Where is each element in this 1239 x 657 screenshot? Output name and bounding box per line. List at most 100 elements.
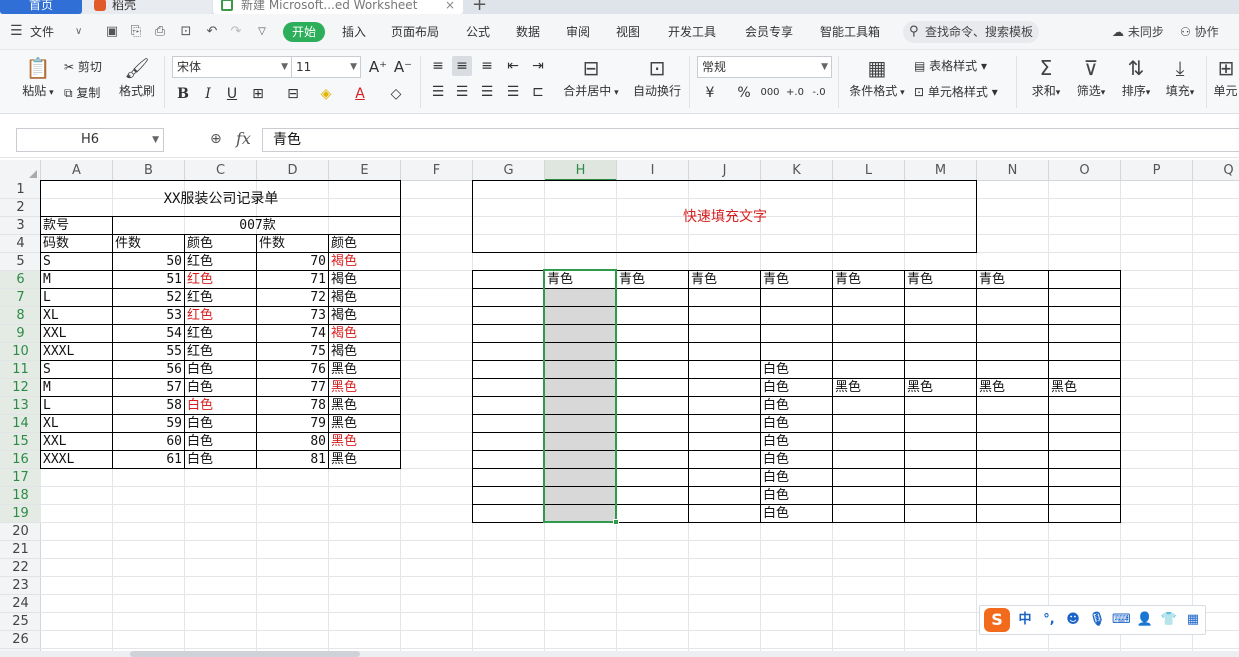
left-table-cell[interactable]: 58 bbox=[113, 397, 184, 415]
horizontal-scrollbar-thumb[interactable] bbox=[130, 651, 360, 657]
filter-button[interactable]: ⊽ 筛选▾ bbox=[1070, 54, 1112, 99]
tab-home[interactable]: 首页 bbox=[0, 0, 82, 14]
undo-icon[interactable]: ↶ bbox=[204, 24, 220, 40]
fill-row-cell[interactable]: 青色 bbox=[689, 271, 760, 289]
emoji-icon[interactable]: ☻ bbox=[1064, 611, 1082, 629]
font-color-icon[interactable]: A bbox=[350, 84, 370, 104]
tab-docer[interactable]: 稻壳 bbox=[82, 0, 212, 14]
row-header-26[interactable]: 26 bbox=[0, 631, 41, 649]
fill-button[interactable]: ⤓ 填充▾ bbox=[1160, 54, 1200, 99]
left-table-cell[interactable]: 60 bbox=[113, 433, 184, 451]
column-header-d[interactable]: D bbox=[257, 160, 329, 181]
formula-input[interactable]: 青色 bbox=[262, 128, 1239, 152]
column-header-p[interactable]: P bbox=[1121, 160, 1193, 181]
justify-icon[interactable]: ☰ bbox=[503, 82, 523, 102]
align-left-icon[interactable]: ☰ bbox=[428, 82, 448, 102]
menu-review[interactable]: 审阅 bbox=[566, 23, 590, 41]
menu-page-layout[interactable]: 页面布局 bbox=[391, 23, 439, 41]
zoom-icon[interactable]: ⊕ bbox=[210, 131, 222, 147]
cell-style-brush-icon[interactable]: ⊟ bbox=[283, 84, 303, 104]
fill-color-icon[interactable]: ◈ bbox=[316, 84, 336, 104]
left-table-cell[interactable]: 红色 bbox=[185, 289, 256, 307]
menu-smart-toolbox[interactable]: 智能工具箱 bbox=[820, 23, 880, 41]
left-table-cell[interactable]: M bbox=[41, 379, 112, 397]
row-header-23[interactable]: 23 bbox=[0, 577, 41, 595]
fill-column-cell[interactable]: 白色 bbox=[761, 397, 832, 415]
left-table-cell[interactable]: 50 bbox=[113, 253, 184, 271]
column-header-a[interactable]: A bbox=[41, 160, 113, 181]
row-header-15[interactable]: 15 bbox=[0, 433, 41, 451]
name-box[interactable]: H6 ▼ bbox=[16, 128, 164, 152]
save-icon[interactable]: ▣ bbox=[104, 24, 120, 40]
fill-column-cell[interactable]: 白色 bbox=[761, 379, 832, 397]
border-icon[interactable]: ⊞ bbox=[248, 84, 268, 104]
row-header-1[interactable]: 1 bbox=[0, 181, 41, 199]
row-header-22[interactable]: 22 bbox=[0, 559, 41, 577]
left-table-cell[interactable]: 52 bbox=[113, 289, 184, 307]
left-table-cell[interactable]: XL bbox=[41, 415, 112, 433]
row-header-13[interactable]: 13 bbox=[0, 397, 41, 415]
underline-icon[interactable]: U bbox=[222, 84, 242, 104]
sogou-ime-logo-icon[interactable]: S bbox=[984, 608, 1010, 632]
left-table-cell[interactable]: 黑色 bbox=[329, 379, 400, 397]
export-pdf-icon[interactable]: ⎘ bbox=[128, 24, 144, 40]
left-table-cell[interactable]: 褐色 bbox=[329, 343, 400, 361]
sort-button[interactable]: ⇅ 排序▾ bbox=[1116, 54, 1156, 99]
left-table-cell[interactable]: 白色 bbox=[185, 433, 256, 451]
left-table-cell[interactable]: 红色 bbox=[185, 253, 256, 271]
tab-worksheet[interactable]: 新建 Microsoft...ed Worksheet × bbox=[213, 0, 463, 14]
chevron-down-icon[interactable]: ∨ bbox=[75, 23, 82, 41]
fill-column-cell[interactable]: 白色 bbox=[761, 469, 832, 487]
column-header-b[interactable]: B bbox=[113, 160, 185, 181]
font-size-select[interactable]: 11 ▼ bbox=[291, 56, 361, 78]
align-middle-icon[interactable]: ≡ bbox=[452, 56, 472, 76]
ime-punctuation-button[interactable]: °, bbox=[1040, 611, 1058, 629]
keyboard-icon[interactable]: ⌨ bbox=[1112, 611, 1131, 629]
copy-button[interactable]: ⧉ 复制 bbox=[64, 84, 100, 102]
left-table-cell[interactable]: 白色 bbox=[185, 397, 256, 415]
menu-insert[interactable]: 插入 bbox=[342, 23, 366, 41]
fill-handle[interactable] bbox=[613, 519, 619, 525]
fill-row-cell[interactable]: 黑色 bbox=[905, 379, 976, 397]
column-header-m[interactable]: M bbox=[905, 160, 977, 181]
left-header-3[interactable]: 件数 bbox=[257, 235, 328, 253]
collaborate-button[interactable]: ⚇ 协作 bbox=[1180, 23, 1219, 40]
menu-hamburger-icon[interactable]: ☰ bbox=[10, 22, 23, 40]
left-table-cell[interactable]: XXXL bbox=[41, 451, 112, 469]
insert-function-icon[interactable]: fx bbox=[236, 129, 251, 148]
left-table-cell[interactable]: 55 bbox=[113, 343, 184, 361]
menu-developer[interactable]: 开发工具 bbox=[668, 23, 716, 41]
fill-row-cell[interactable]: 青色 bbox=[761, 271, 832, 289]
select-all-corner[interactable] bbox=[0, 160, 41, 181]
left-table-cell[interactable]: L bbox=[41, 289, 112, 307]
row-header-7[interactable]: 7 bbox=[0, 289, 41, 307]
row-header-17[interactable]: 17 bbox=[0, 469, 41, 487]
left-table-cell[interactable]: 54 bbox=[113, 325, 184, 343]
decrease-decimal-button[interactable]: -.0 bbox=[808, 83, 830, 103]
row-header-14[interactable]: 14 bbox=[0, 415, 41, 433]
left-table-cell[interactable]: L bbox=[41, 397, 112, 415]
menu-data[interactable]: 数据 bbox=[516, 23, 540, 41]
left-header-2[interactable]: 颜色 bbox=[185, 235, 256, 253]
left-table-cell[interactable]: 黑色 bbox=[329, 397, 400, 415]
left-table-cell[interactable]: 81 bbox=[257, 451, 328, 469]
cell-style-button[interactable]: ⊡ 单元格样式 ▾ bbox=[914, 83, 998, 101]
fill-row-cell[interactable]: 青色 bbox=[833, 271, 904, 289]
left-table-cell[interactable]: S bbox=[41, 361, 112, 379]
fill-column-cell[interactable]: 白色 bbox=[761, 433, 832, 451]
row-header-6[interactable]: 6 bbox=[0, 271, 41, 289]
left-header-0[interactable]: 码数 bbox=[41, 235, 112, 253]
percent-format-button[interactable]: % bbox=[734, 83, 754, 103]
cell-button[interactable]: ⊞ 单元 bbox=[1212, 54, 1239, 99]
currency-format-button[interactable]: ¥ bbox=[700, 83, 720, 103]
left-table-cell[interactable]: XXXL bbox=[41, 343, 112, 361]
menu-home-tab[interactable]: 开始 bbox=[283, 22, 325, 42]
left-table-cell[interactable]: XL bbox=[41, 307, 112, 325]
thousands-separator-button[interactable]: 000 bbox=[758, 83, 782, 103]
merge-center-button[interactable]: ⊟ 合并居中 ▾ bbox=[560, 54, 622, 99]
left-table-cell[interactable]: 73 bbox=[257, 307, 328, 325]
row-header-24[interactable]: 24 bbox=[0, 595, 41, 613]
column-header-g[interactable]: G bbox=[473, 160, 545, 181]
paste-button[interactable]: 📋 粘贴 ▾ bbox=[18, 54, 58, 99]
bold-icon[interactable]: B bbox=[173, 84, 193, 104]
